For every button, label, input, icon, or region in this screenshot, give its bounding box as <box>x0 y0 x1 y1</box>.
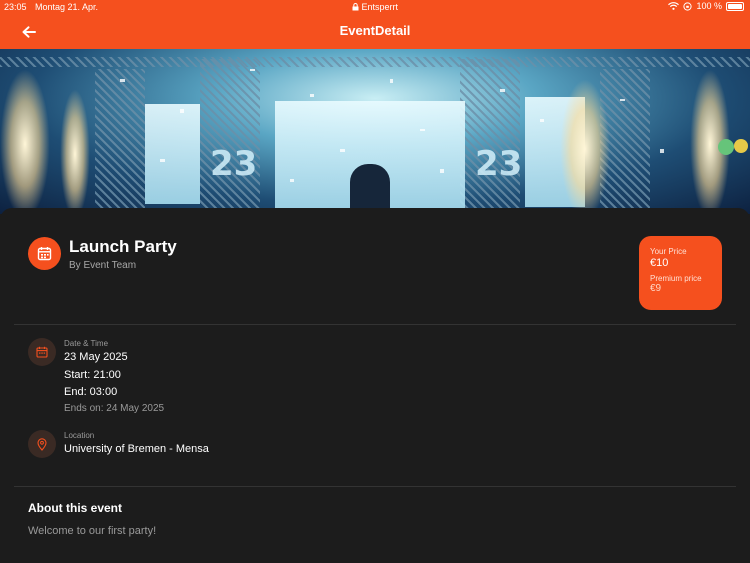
price-label: Your Price <box>650 247 687 256</box>
event-location[interactable]: University of Bremen - Mensa <box>64 443 209 455</box>
divider <box>14 486 736 487</box>
orientation-lock-icon <box>683 1 693 11</box>
premium-price-label: Premium price <box>650 274 702 283</box>
about-text: Welcome to our first party! <box>28 525 157 537</box>
event-end: End: 03:00 <box>64 386 118 398</box>
event-date: 23 May 2025 <box>64 351 128 363</box>
event-start: Start: 21:00 <box>64 369 121 381</box>
lock-status-label: Entsperrt <box>361 2 399 12</box>
premium-price-value: €9 <box>650 283 662 294</box>
app-bar: EventDetail <box>0 14 750 49</box>
event-icon-badge <box>28 237 61 270</box>
event-hero-image: 23 23 <box>0 49 750 214</box>
event-title: Launch Party <box>69 237 177 256</box>
calendar-icon <box>37 247 52 261</box>
event-organizer: By Event Team <box>69 260 137 271</box>
divider <box>14 324 736 325</box>
location-icon-badge <box>28 430 56 458</box>
page-title: EventDetail <box>339 23 411 38</box>
location-pin-icon <box>37 437 47 451</box>
wifi-icon <box>668 2 680 10</box>
status-bar: 23:05 Montag 21. Apr. Entsperrt 100 % <box>0 0 750 14</box>
battery-percent: 100 % <box>696 1 722 11</box>
lock-icon <box>352 3 359 11</box>
lock-status: Entsperrt <box>0 2 750 12</box>
calendar-icon <box>36 346 48 358</box>
price-value: €10 <box>650 257 669 269</box>
event-ends-on: Ends on: 24 May 2025 <box>64 403 165 414</box>
status-right: 100 % <box>668 1 744 11</box>
battery-icon <box>726 1 744 11</box>
datetime-icon-badge <box>28 338 56 366</box>
price-card: Your Price €10 Premium price €9 <box>639 236 722 310</box>
datetime-label: Date & Time <box>64 339 109 348</box>
about-heading: About this event <box>28 501 123 515</box>
location-label: Location <box>64 431 95 440</box>
